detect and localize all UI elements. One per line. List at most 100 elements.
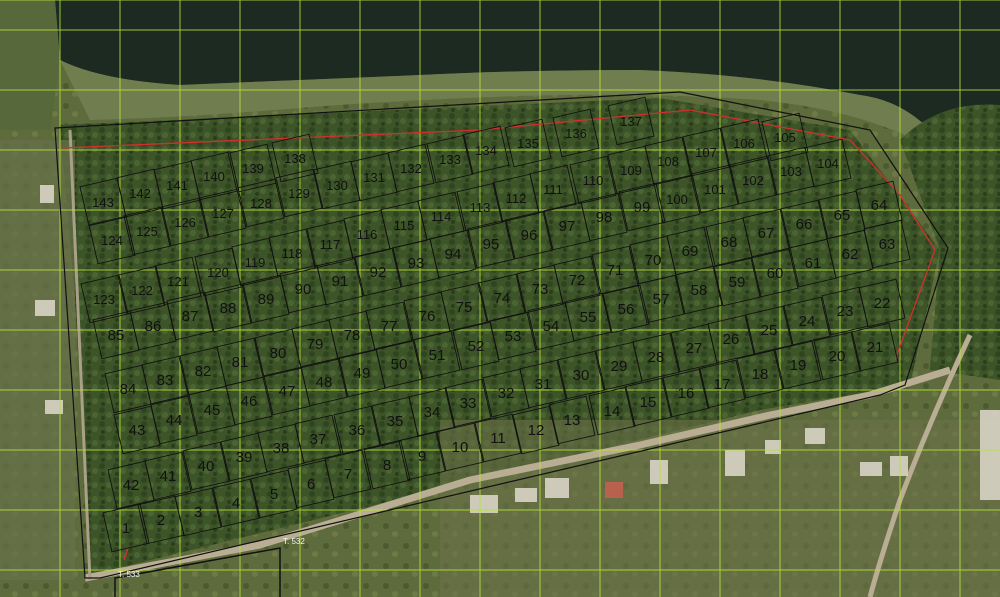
plot-number: 65 [834, 207, 851, 224]
plot-number: 78 [344, 327, 361, 344]
plot-number: 27 [686, 340, 703, 357]
plot-number: 9 [418, 448, 426, 465]
plot-number: 61 [805, 255, 822, 272]
plot-number: 122 [131, 283, 153, 298]
plot-number: 101 [704, 182, 726, 197]
plot-number: 105 [774, 130, 796, 145]
plot-number: 103 [780, 164, 802, 179]
plot-number: 112 [506, 191, 527, 206]
plot-number: 52 [468, 338, 485, 355]
plot-number: 57 [653, 291, 670, 308]
plot-number: 128 [250, 196, 272, 211]
plot-number: 108 [657, 154, 679, 169]
plot-number: 129 [288, 186, 310, 201]
plot-number: 6 [307, 476, 315, 493]
plot-number: 3 [194, 504, 202, 521]
plot-number: 118 [282, 246, 303, 261]
plot-number: 100 [666, 192, 688, 207]
plot-number: 135 [517, 136, 539, 151]
plot-number: 10 [452, 439, 469, 456]
plot-number: 113 [470, 200, 491, 215]
plot-number: 123 [93, 292, 115, 307]
plot-number: 49 [354, 365, 371, 382]
left-bank [0, 0, 60, 130]
survey-marker-533: T. 533 [118, 570, 140, 579]
plot-number: 114 [431, 209, 452, 224]
plot-number: 90 [295, 281, 312, 298]
plot-number: 35 [387, 413, 404, 430]
plot-number: 141 [166, 178, 188, 193]
plot-number: 74 [494, 290, 511, 307]
plot-number: 38 [273, 440, 290, 457]
plot-number: 73 [532, 281, 549, 298]
plot-number: 131 [363, 170, 385, 185]
parcel-map: 1 2 34567891011 121314151617181920212223242… [0, 0, 1000, 597]
plot-number: 50 [391, 356, 408, 373]
plot-number: 11 [490, 430, 506, 447]
plot-number: 23 [837, 303, 854, 320]
plot-number: 5 [270, 486, 278, 503]
plot-number: 28 [648, 349, 665, 366]
plot-number: 117 [320, 237, 341, 252]
plot-number: 53 [505, 328, 522, 345]
plot-number: 102 [742, 173, 764, 188]
plot-number: 133 [439, 152, 461, 167]
plot-number: 143 [92, 195, 114, 210]
plot-number: 64 [871, 197, 888, 214]
plot-number: 91 [332, 273, 349, 290]
plot-number: 40 [198, 458, 215, 475]
plot-number: 4 [232, 495, 240, 512]
plot-number: 58 [691, 282, 708, 299]
plot-number: 62 [842, 246, 859, 263]
plot-number: 8 [383, 457, 391, 474]
plot-number: 87 [182, 308, 199, 325]
plot-number: 130 [326, 178, 348, 193]
survey-marker-532: T. 532 [283, 537, 305, 546]
plot-number: 86 [145, 318, 162, 335]
plot-number: 136 [565, 126, 587, 141]
plot-number: 71 [607, 262, 624, 279]
plot-number: 31 [535, 376, 552, 393]
plot-number: 21 [867, 339, 884, 356]
plot-number: 66 [796, 216, 813, 233]
plot-number: 93 [408, 255, 425, 272]
plot-number: 94 [445, 246, 462, 263]
plot-number: 43 [129, 422, 146, 439]
plot-number: 107 [695, 145, 717, 160]
plot-number: 140 [203, 169, 225, 184]
plot-number: 69 [682, 243, 699, 260]
plot-number: 51 [429, 347, 446, 364]
plot-number: 26 [723, 331, 740, 348]
plot-number: 30 [573, 367, 590, 384]
plot-number: 48 [316, 374, 333, 391]
plot-number: 85 [108, 327, 125, 344]
plot-number: 77 [381, 318, 398, 335]
plot-number: 44 [166, 412, 183, 429]
plot-number: 56 [618, 301, 635, 318]
plot-number: 2 [157, 512, 165, 529]
plot-number: 111 [543, 182, 563, 197]
plot-number: 72 [569, 272, 586, 289]
plot-number: 17 [714, 376, 731, 393]
plot-number: 47 [279, 383, 296, 400]
plot-number: 37 [310, 431, 327, 448]
plot-number: 96 [521, 227, 538, 244]
plot-number: 126 [174, 215, 196, 230]
plot-number: 45 [204, 402, 221, 419]
plot-number: 16 [678, 385, 695, 402]
plot-number: 99 [634, 199, 651, 216]
plot-number: 18 [752, 366, 769, 383]
plot-number: 46 [241, 393, 258, 410]
plot-number: 127 [212, 206, 234, 221]
plot-number: 120 [207, 265, 229, 280]
plot-number: 132 [400, 161, 422, 176]
plot-number: 119 [245, 255, 266, 270]
plot-number: 106 [733, 136, 755, 151]
plot-number: 63 [879, 236, 896, 253]
plot-number: 19 [790, 357, 807, 374]
plot-number: 83 [157, 372, 174, 389]
plot-number: 134 [475, 143, 497, 158]
plot-number: 116 [357, 227, 378, 242]
plot-number: 60 [767, 265, 784, 282]
plot-number: 33 [460, 395, 477, 412]
